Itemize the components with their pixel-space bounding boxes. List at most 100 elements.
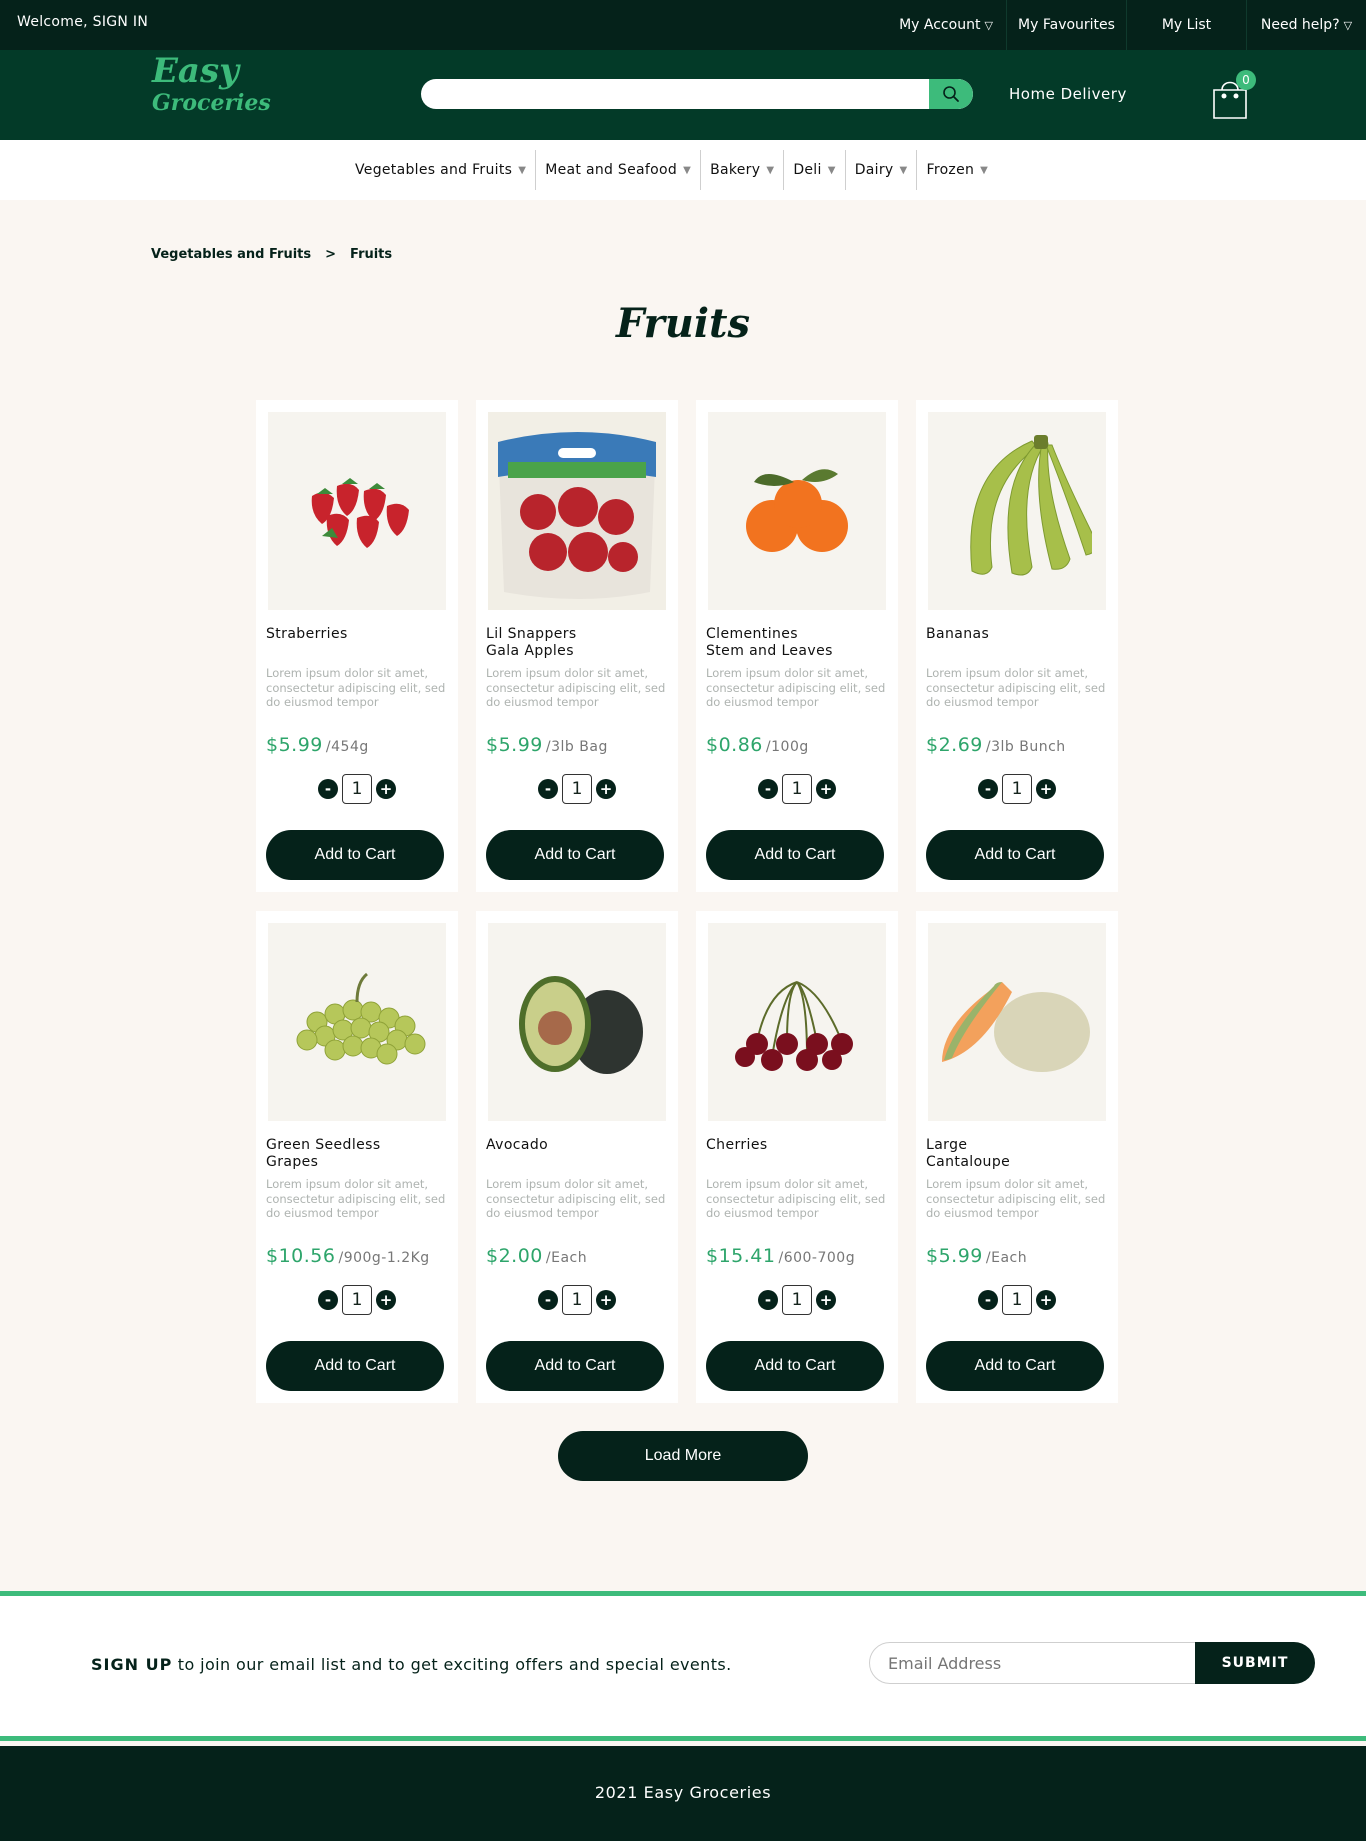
category-frozen[interactable]: Frozen ▼: [916, 150, 997, 190]
category-vegetables-and-fruits[interactable]: Vegetables and Fruits ▼: [346, 150, 535, 190]
product-name[interactable]: Bananas: [926, 626, 1106, 643]
quantity-field[interactable]: 1: [562, 1285, 592, 1315]
quantity-field[interactable]: 1: [1002, 1285, 1032, 1315]
increase-quantity-button[interactable]: +: [596, 779, 616, 799]
category-label: Bakery: [710, 162, 761, 178]
product-name[interactable]: Lil Snappers Gala Apples: [486, 626, 666, 660]
quantity-field[interactable]: 1: [1002, 774, 1032, 804]
product-name-line-2: Stem and Leaves: [706, 643, 833, 659]
product-card: Clementines Stem and Leaves Lorem ipsum do…: [696, 400, 898, 892]
add-to-cart-button[interactable]: Add to Cart: [486, 830, 664, 880]
submit-button[interactable]: SUBMIT: [1195, 1642, 1315, 1684]
decrease-quantity-button[interactable]: -: [978, 779, 998, 799]
email-field[interactable]: [869, 1642, 1199, 1684]
add-to-cart-button[interactable]: Add to Cart: [926, 1341, 1104, 1391]
price-value: $2.00: [486, 1245, 543, 1267]
load-more-button[interactable]: Load More: [558, 1431, 808, 1481]
search-button[interactable]: [929, 79, 973, 109]
quantity-field[interactable]: 1: [782, 774, 812, 804]
newsletter-sign-up-label: SIGN UP: [91, 1655, 173, 1674]
increase-quantity-button[interactable]: +: [816, 779, 836, 799]
quantity-stepper: -1 +: [696, 1285, 898, 1315]
product-name-line-1: Green Seedless: [266, 1137, 381, 1153]
product-card: Lil Snappers Gala Apples Lorem ipsum dolor…: [476, 400, 678, 892]
quantity-field[interactable]: 1: [562, 774, 592, 804]
product-price: $2.00/Each: [486, 1245, 587, 1267]
bananas-image[interactable]: [928, 412, 1106, 610]
price-value: $5.99: [486, 734, 543, 756]
price-value: $5.99: [926, 1245, 983, 1267]
product-name[interactable]: Avocado: [486, 1137, 666, 1154]
product-name[interactable]: Green Seedless Grapes: [266, 1137, 446, 1171]
footer: 2021 Easy Groceries: [0, 1746, 1366, 1841]
decrease-quantity-button[interactable]: -: [978, 1290, 998, 1310]
add-to-cart-button[interactable]: Add to Cart: [266, 830, 444, 880]
my-favourites-label: My Favourites: [1018, 17, 1115, 33]
decrease-quantity-button[interactable]: -: [538, 779, 558, 799]
cherries-image[interactable]: [708, 923, 886, 1121]
grapes-image[interactable]: [268, 923, 446, 1121]
increase-quantity-button[interactable]: +: [376, 1290, 396, 1310]
decrease-quantity-button[interactable]: -: [538, 1290, 558, 1310]
product-price: $5.99/454g: [266, 734, 369, 756]
my-favourites-link[interactable]: My Favourites: [1006, 0, 1126, 50]
add-to-cart-button[interactable]: Add to Cart: [266, 1341, 444, 1391]
decrease-quantity-button[interactable]: -: [318, 1290, 338, 1310]
cart-button[interactable]: 0: [1210, 70, 1256, 120]
quantity-stepper: -1 +: [696, 774, 898, 804]
increase-quantity-button[interactable]: +: [816, 1290, 836, 1310]
site-logo[interactable]: Easy Groceries: [152, 54, 271, 114]
quantity-field[interactable]: 1: [342, 774, 372, 804]
price-unit: /900g-1.2Kg: [338, 1250, 430, 1266]
product-name[interactable]: Large Cantaloupe: [926, 1137, 1106, 1171]
category-dairy[interactable]: Dairy ▼: [844, 150, 917, 190]
category-bakery[interactable]: Bakery ▼: [700, 150, 783, 190]
product-name[interactable]: Straberries: [266, 626, 446, 643]
add-to-cart-button[interactable]: Add to Cart: [486, 1341, 664, 1391]
welcome-sign-in-link[interactable]: Welcome, SIGN IN: [17, 14, 148, 30]
my-list-link[interactable]: My List: [1126, 0, 1246, 50]
apples-bag-image[interactable]: [488, 412, 666, 610]
decrease-quantity-button[interactable]: -: [758, 779, 778, 799]
caret-down-icon: ▼: [827, 164, 836, 176]
caret-down-icon: ▼: [683, 164, 692, 176]
category-meat-and-seafood[interactable]: Meat and Seafood ▼: [535, 150, 700, 190]
search-input[interactable]: [421, 79, 921, 109]
need-help-menu[interactable]: Need help? ▽: [1246, 0, 1366, 50]
need-help-label: Need help?: [1260, 17, 1340, 33]
decrease-quantity-button[interactable]: -: [758, 1290, 778, 1310]
my-account-menu[interactable]: My Account ▽: [886, 0, 1006, 50]
decrease-quantity-button[interactable]: -: [318, 779, 338, 799]
category-label: Dairy: [854, 162, 894, 178]
product-name[interactable]: Clementines Stem and Leaves: [706, 626, 886, 660]
increase-quantity-button[interactable]: +: [1036, 1290, 1056, 1310]
price-unit: /3lb Bag: [545, 739, 608, 755]
product-name-line-1: Straberries: [266, 626, 348, 642]
quantity-stepper: -1 +: [476, 774, 678, 804]
clementines-image[interactable]: [708, 412, 886, 610]
quantity-field[interactable]: 1: [782, 1285, 812, 1315]
caret-down-icon: ▼: [518, 164, 527, 176]
strawberries-image[interactable]: [268, 412, 446, 610]
product-name[interactable]: Cherries: [706, 1137, 886, 1154]
my-account-label: My Account: [899, 17, 981, 33]
product-card: Large Cantaloupe Lorem ipsum dolor sit ame…: [916, 911, 1118, 1403]
avocado-image[interactable]: [488, 923, 666, 1121]
product-description: Lorem ipsum dolor sit amet, consectetur …: [706, 666, 886, 709]
increase-quantity-button[interactable]: +: [596, 1290, 616, 1310]
product-name-line-1: Bananas: [926, 626, 990, 642]
product-price: $0.86/100g: [706, 734, 809, 756]
increase-quantity-button[interactable]: +: [1036, 779, 1056, 799]
increase-quantity-button[interactable]: +: [376, 779, 396, 799]
quantity-field[interactable]: 1: [342, 1285, 372, 1315]
cantaloupe-image[interactable]: [928, 923, 1106, 1121]
add-to-cart-button[interactable]: Add to Cart: [706, 1341, 884, 1391]
breadcrumb-parent-link[interactable]: Vegetables and Fruits: [151, 247, 311, 262]
breadcrumb: Vegetables and Fruits > Fruits: [151, 247, 392, 262]
home-delivery-link[interactable]: Home Delivery: [1009, 85, 1127, 103]
add-to-cart-button[interactable]: Add to Cart: [706, 830, 884, 880]
category-deli[interactable]: Deli ▼: [783, 150, 844, 190]
price-unit: /100g: [765, 739, 809, 755]
add-to-cart-button[interactable]: Add to Cart: [926, 830, 1104, 880]
price-value: $5.99: [266, 734, 323, 756]
